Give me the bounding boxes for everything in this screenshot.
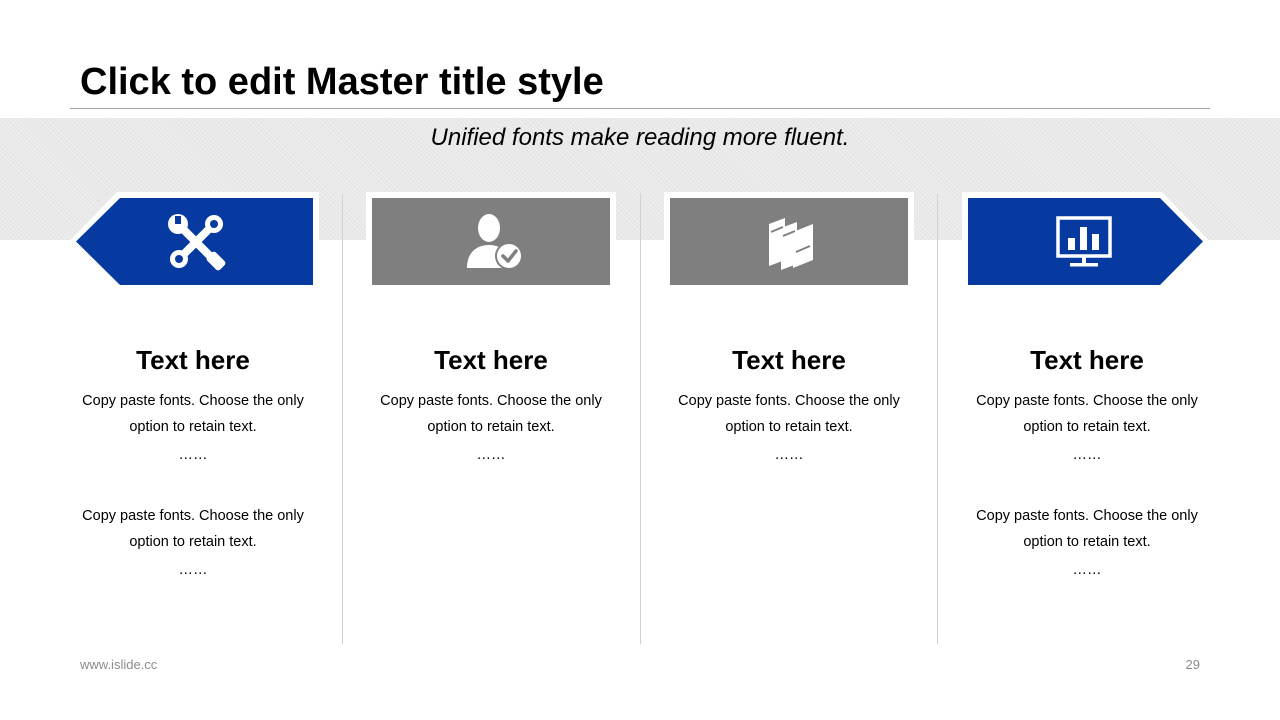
presentation-chart-icon — [1054, 212, 1114, 272]
column-heading[interactable]: Text here — [664, 340, 914, 380]
text-ellipsis: …… — [178, 562, 208, 578]
text-line: Copy paste fonts. Choose the only — [678, 393, 900, 409]
banner-3[interactable] — [664, 192, 918, 291]
text-ellipsis: …… — [774, 447, 804, 463]
text-line: option to retain text. — [129, 419, 257, 435]
text-line: Copy paste fonts. Choose the only — [82, 393, 304, 409]
tools-icon — [166, 212, 226, 272]
column-divider — [342, 194, 343, 644]
title-rule — [70, 108, 1210, 109]
slide-subtitle[interactable]: Unified fonts make reading more fluent. — [0, 122, 1280, 154]
text-ellipsis: …… — [476, 447, 506, 463]
banner-2[interactable] — [366, 192, 620, 291]
column-divider — [937, 194, 938, 644]
page-number: 29 — [1185, 657, 1200, 672]
text-line: Copy paste fonts. Choose the only — [976, 393, 1198, 409]
column-text-block[interactable]: Copy paste fonts. Choose the only option… — [68, 388, 318, 470]
banner-1[interactable] — [69, 192, 323, 291]
text-line: option to retain text. — [1023, 419, 1151, 435]
column-3: Text here Copy paste fonts. Choose the o… — [664, 340, 914, 470]
column-text-block[interactable]: Copy paste fonts. Choose the only option… — [664, 388, 914, 470]
column-divider — [640, 194, 641, 644]
text-ellipsis: …… — [1072, 447, 1102, 463]
column-text-block[interactable]: Copy paste fonts. Choose the only option… — [962, 503, 1212, 585]
slide-title[interactable]: Click to edit Master title style — [80, 58, 604, 106]
text-ellipsis: …… — [178, 447, 208, 463]
column-heading[interactable]: Text here — [366, 340, 616, 380]
text-ellipsis: …… — [1072, 562, 1102, 578]
column-4: Text here Copy paste fonts. Choose the o… — [962, 340, 1212, 585]
column-2: Text here Copy paste fonts. Choose the o… — [366, 340, 616, 470]
column-heading[interactable]: Text here — [68, 340, 318, 380]
books-icon — [761, 212, 821, 272]
column-text-block[interactable]: Copy paste fonts. Choose the only option… — [68, 503, 318, 585]
column-text-block[interactable]: Copy paste fonts. Choose the only option… — [962, 388, 1212, 470]
footer-url: www.islide.cc — [80, 657, 158, 672]
text-line: option to retain text. — [725, 419, 853, 435]
column-heading[interactable]: Text here — [962, 340, 1212, 380]
user-check-icon — [463, 212, 523, 272]
column-1: Text here Copy paste fonts. Choose the o… — [68, 340, 318, 585]
column-text-block[interactable]: Copy paste fonts. Choose the only option… — [366, 388, 616, 470]
text-line: Copy paste fonts. Choose the only — [976, 508, 1198, 524]
text-line: Copy paste fonts. Choose the only — [380, 393, 602, 409]
text-line: option to retain text. — [427, 419, 555, 435]
banner-4[interactable] — [962, 192, 1216, 291]
text-line: option to retain text. — [1023, 534, 1151, 550]
text-line: Copy paste fonts. Choose the only — [82, 508, 304, 524]
text-line: option to retain text. — [129, 534, 257, 550]
